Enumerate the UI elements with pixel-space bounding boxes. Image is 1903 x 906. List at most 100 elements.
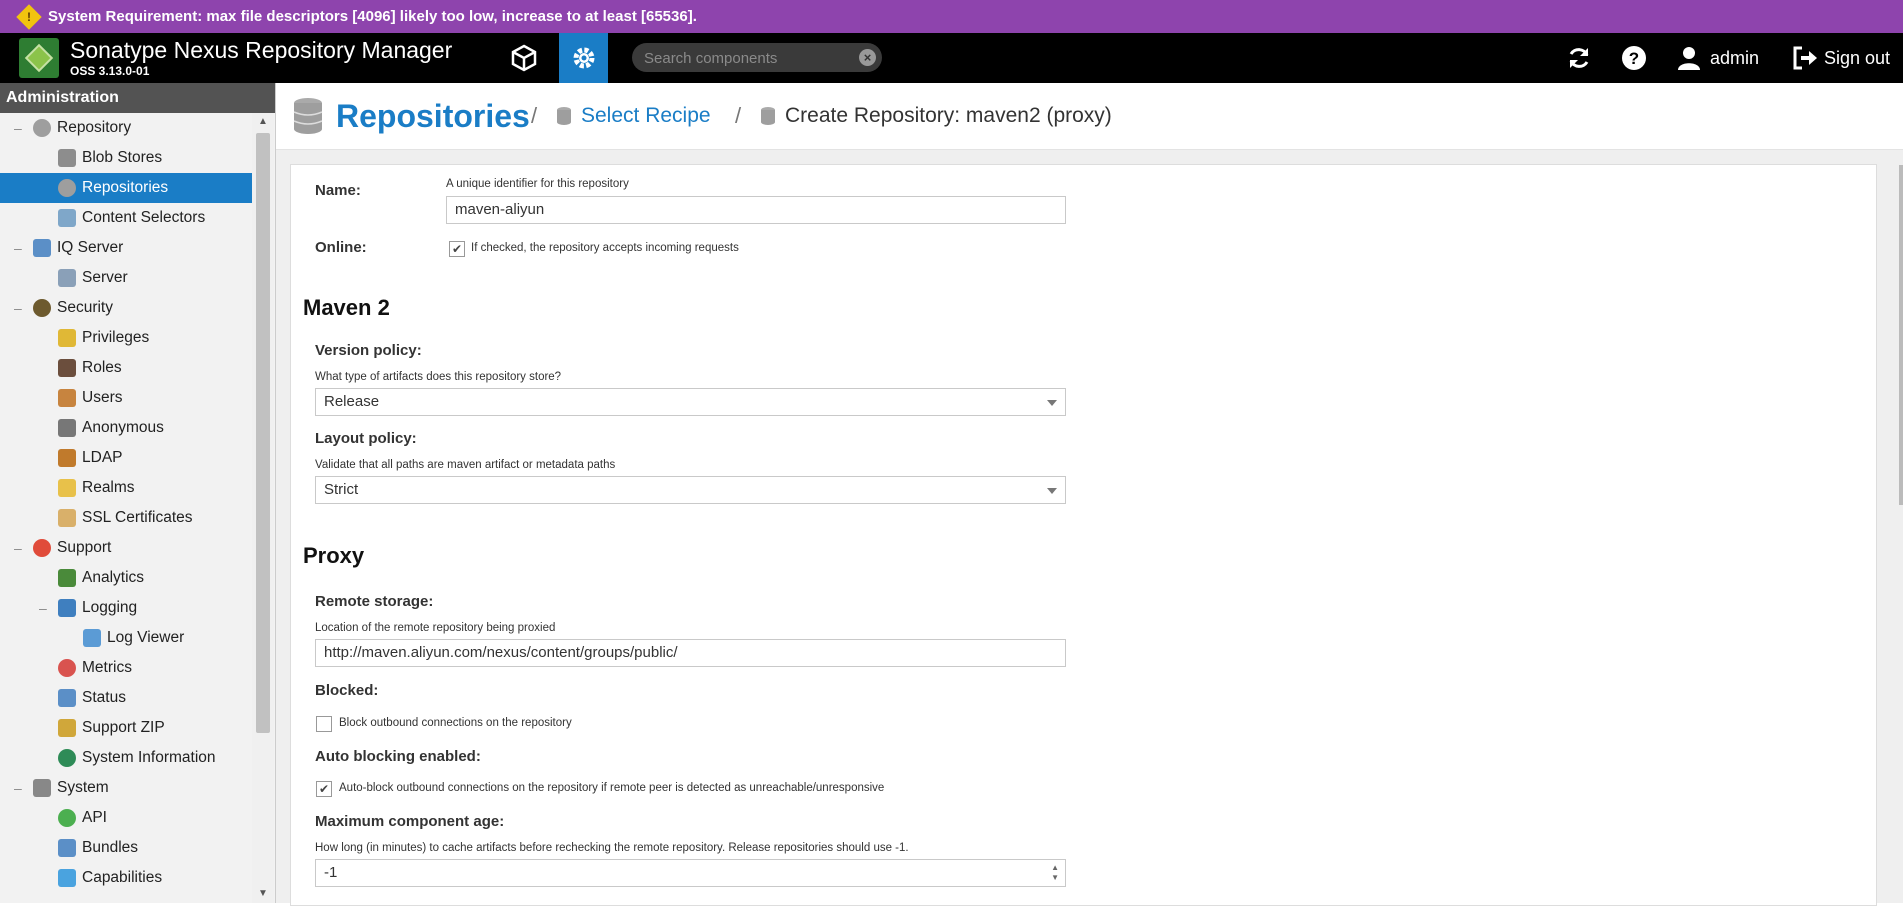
nexus-logo-icon[interactable] (19, 38, 59, 78)
shield-icon (58, 479, 76, 497)
name-input[interactable]: maven-aliyun (446, 196, 1066, 224)
scroll-up-icon[interactable]: ▲ (252, 113, 274, 131)
version-policy-select[interactable]: Release (315, 388, 1066, 416)
breadcrumb-select-recipe[interactable]: Select Recipe (556, 83, 711, 149)
sidebar-item-repositories[interactable]: Repositories (0, 173, 252, 203)
scroll-down-icon[interactable]: ▼ (252, 885, 274, 903)
sidebar-item-label: IQ Server (57, 239, 124, 256)
sidebar-item-metrics[interactable]: Metrics (0, 653, 252, 683)
sidebar-item-repository[interactable]: – Repository (0, 113, 252, 143)
sidebar-scrollbar[interactable]: ▲ ▼ (252, 113, 274, 903)
sidebar-item-label: Log Viewer (107, 629, 185, 646)
online-checkbox[interactable]: ✔ (449, 241, 465, 257)
online-label: Online: (315, 239, 367, 256)
breadcrumb-root[interactable]: Repositories (292, 83, 530, 149)
sidebar-item-server[interactable]: Server (0, 263, 252, 293)
layout-policy-label: Layout policy: (315, 430, 417, 447)
sidebar-item-iq-server[interactable]: – IQ Server (0, 233, 252, 263)
spinner-arrows-icon[interactable]: ▲ ▼ (1051, 863, 1059, 883)
collapse-toggle-icon[interactable]: – (14, 120, 22, 136)
sidebar-item-realms[interactable]: Realms (0, 473, 252, 503)
sidebar-item-label: Status (82, 689, 126, 706)
anonymous-icon (58, 419, 76, 437)
sidebar-item-label: LDAP (82, 449, 123, 466)
sidebar-item-ldap[interactable]: LDAP (0, 443, 252, 473)
create-repository-form: Name: A unique identifier for this repos… (290, 164, 1877, 906)
search-components-input[interactable] (642, 47, 851, 70)
zip-icon (58, 719, 76, 737)
sidebar-item-label: Logging (82, 599, 138, 616)
browse-cube-icon[interactable] (504, 33, 544, 83)
max-component-age-value: -1 (324, 864, 338, 881)
sidebar-item-capabilities[interactable]: Capabilities (0, 863, 252, 893)
sidebar-item-logging[interactable]: – Logging (0, 593, 252, 623)
clear-search-icon[interactable]: × (859, 49, 876, 66)
sidebar-item-api[interactable]: API (0, 803, 252, 833)
maven-section-heading: Maven 2 (303, 295, 390, 320)
online-help: If checked, the repository accepts incom… (471, 242, 739, 254)
sidebar-item-privileges[interactable]: Privileges (0, 323, 252, 353)
sidebar-item-label: Realms (82, 479, 135, 496)
database-icon (58, 179, 76, 197)
auto-blocking-checkbox[interactable]: ✔ (316, 781, 332, 797)
sidebar-item-label: API (82, 809, 107, 826)
sidebar-item-system[interactable]: – System (0, 773, 252, 803)
blob-store-icon (58, 149, 76, 167)
sidebar-item-bundles[interactable]: Bundles (0, 833, 252, 863)
lifebuoy-icon (33, 539, 51, 557)
collapse-toggle-icon[interactable]: – (14, 540, 22, 556)
name-help: A unique identifier for this repository (446, 178, 629, 190)
sidebar-item-label: Support (57, 539, 112, 556)
sidebar-item-security[interactable]: – Security (0, 293, 252, 323)
scroll-thumb[interactable] (256, 133, 270, 733)
sidebar-item-blob-stores[interactable]: Blob Stores (0, 143, 252, 173)
admin-tree: – Repository Blob Stores Repositories Conten… (0, 113, 252, 903)
sidebar-item-system-information[interactable]: System Information (0, 743, 252, 773)
sidebar-item-status[interactable]: Status (0, 683, 252, 713)
blocked-checkbox[interactable] (316, 716, 332, 732)
sidebar-item-anonymous[interactable]: Anonymous (0, 413, 252, 443)
blocked-help: Block outbound connections on the reposi… (339, 717, 572, 729)
medal-icon (58, 329, 76, 347)
collapse-toggle-icon[interactable]: – (14, 240, 22, 256)
user-menu[interactable]: admin (1676, 33, 1776, 83)
max-component-age-help: How long (in minutes) to cache artifacts… (315, 842, 909, 854)
app-version: OSS 3.13.0-01 (70, 64, 150, 78)
sidebar-title: Administration (0, 83, 275, 113)
capability-icon (58, 869, 76, 887)
sidebar-item-support[interactable]: – Support (0, 533, 252, 563)
sidebar-item-label: Bundles (82, 839, 139, 856)
layout-policy-select[interactable]: Strict (315, 476, 1066, 504)
remote-storage-label: Remote storage: (315, 593, 434, 610)
refresh-icon[interactable] (1564, 33, 1594, 83)
sidebar-item-support-zip[interactable]: Support ZIP (0, 713, 252, 743)
sidebar-item-users[interactable]: Users (0, 383, 252, 413)
collapse-toggle-icon[interactable]: – (14, 300, 22, 316)
sidebar-item-label: Support ZIP (82, 719, 165, 736)
sidebar-item-label: Security (57, 299, 113, 316)
remote-storage-help: Location of the remote repository being … (315, 622, 556, 634)
sidebar-item-roles[interactable]: Roles (0, 353, 252, 383)
sidebar-item-log-viewer[interactable]: Log Viewer (0, 623, 252, 653)
main-content: Name: A unique identifier for this repos… (276, 150, 1903, 906)
remote-storage-input[interactable]: http://maven.aliyun.com/nexus/content/gr… (315, 639, 1066, 667)
collapse-toggle-icon[interactable]: – (14, 780, 22, 796)
sidebar-item-label: System Information (82, 749, 216, 766)
admin-gear-icon[interactable] (559, 33, 608, 83)
api-icon (58, 809, 76, 827)
sign-out-button[interactable]: Sign out (1792, 33, 1897, 83)
breadcrumb-root-label: Repositories (336, 97, 530, 134)
sidebar-item-analytics[interactable]: Analytics (0, 563, 252, 593)
sidebar-item-content-selectors[interactable]: Content Selectors (0, 203, 252, 233)
content-scrollbar[interactable] (1899, 165, 1903, 505)
version-policy-help: What type of artifacts does this reposit… (315, 371, 562, 383)
max-component-age-input[interactable]: -1 ▲ ▼ (315, 859, 1066, 887)
blocked-label: Blocked: (315, 682, 379, 699)
database-icon (293, 98, 323, 134)
help-icon[interactable]: ? (1620, 33, 1648, 83)
auto-blocking-label: Auto blocking enabled: (315, 748, 481, 765)
globe-icon (58, 749, 76, 767)
collapse-toggle-icon[interactable]: – (39, 600, 47, 616)
sidebar-item-ssl-certificates[interactable]: SSL Certificates (0, 503, 252, 533)
sidebar-item-label: Repository (57, 119, 132, 136)
